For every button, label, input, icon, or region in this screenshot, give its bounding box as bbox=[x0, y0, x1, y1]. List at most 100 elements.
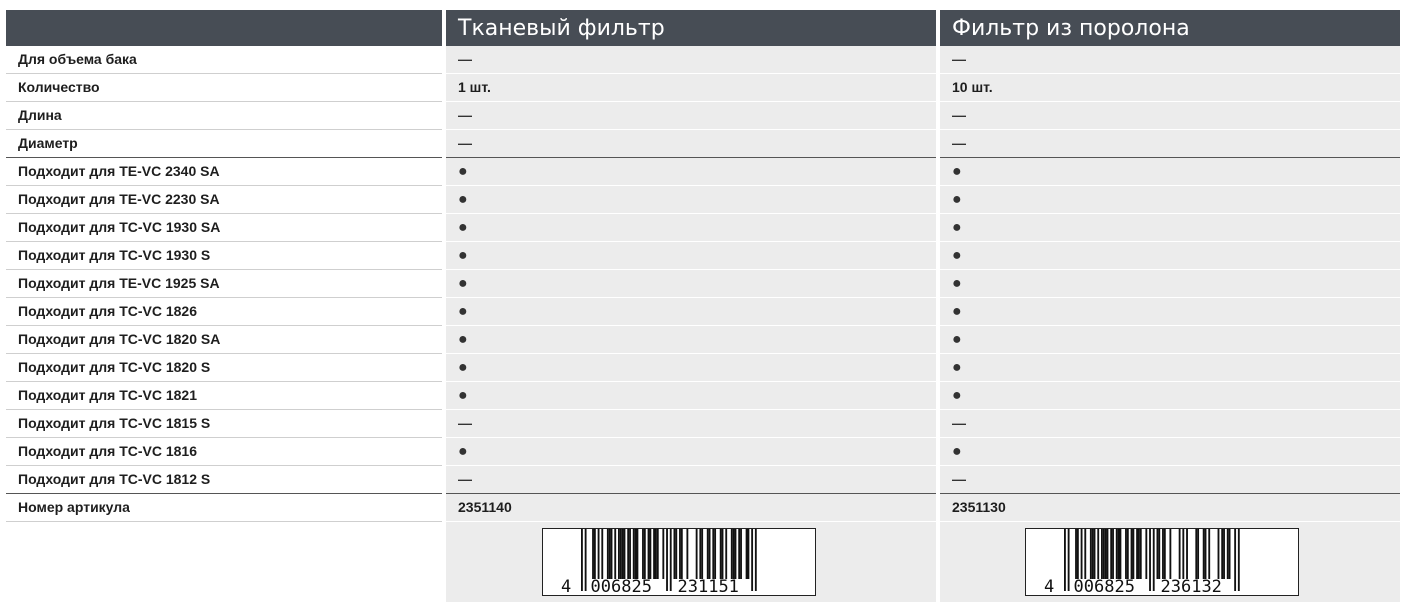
table-row: Подходит для TC-VC 1930 SA ● ● bbox=[0, 214, 1405, 242]
barcode-bar bbox=[721, 529, 724, 579]
barcode-bar bbox=[1139, 529, 1142, 579]
row-label: Подходит для TC-VC 1820 S bbox=[6, 354, 442, 382]
foam-filter-value: ● bbox=[940, 382, 1400, 410]
barcode-bar bbox=[714, 529, 717, 579]
barcode-bar bbox=[1158, 529, 1161, 579]
barcode-bar bbox=[1195, 529, 1198, 579]
table-row: Диаметр — — bbox=[0, 130, 1405, 158]
barcode-bar bbox=[614, 529, 617, 579]
table-row: Количество 1 шт. 10 шт. bbox=[0, 74, 1405, 102]
foam-filter-value: — bbox=[940, 102, 1400, 130]
barcode-bar bbox=[699, 529, 702, 579]
foam-filter-value: ● bbox=[940, 186, 1400, 214]
barcode-bar bbox=[1223, 529, 1225, 579]
table-body: Для объема бака — — Количество 1 шт. 10 шт. Дл… bbox=[0, 46, 1405, 522]
barcode-bar bbox=[629, 529, 631, 579]
barcode-left-digits: 006825 bbox=[591, 577, 652, 595]
foam-filter-value: ● bbox=[940, 326, 1400, 354]
foam-filter-value: — bbox=[940, 130, 1400, 158]
barcode-bar bbox=[680, 529, 683, 579]
barcode-bar bbox=[627, 529, 630, 579]
barcode-bar bbox=[1132, 529, 1135, 579]
barcode-bar bbox=[1119, 529, 1122, 579]
barcode-bar bbox=[618, 529, 620, 579]
barcode-bar bbox=[1136, 529, 1138, 579]
barcode-bar bbox=[1217, 529, 1220, 579]
barcode-bar bbox=[675, 529, 678, 579]
barcode-bar bbox=[706, 529, 709, 579]
foam-filter-value: ● bbox=[940, 158, 1400, 186]
barcode-bar bbox=[584, 529, 587, 591]
table-row: Подходит для TC-VC 1826 ● ● bbox=[0, 298, 1405, 326]
row-label: Подходит для TE-VC 2340 SA bbox=[6, 158, 442, 186]
barcode-bar bbox=[1221, 529, 1224, 579]
barcode-bar bbox=[719, 529, 722, 579]
barcode-bar bbox=[1076, 529, 1079, 579]
barcode-bar bbox=[623, 529, 626, 579]
barcode-bar bbox=[1178, 529, 1181, 579]
table-row: Подходит для TC-VC 1821 ● ● bbox=[0, 382, 1405, 410]
barcode-bar bbox=[1130, 529, 1133, 579]
fabric-filter-value: — bbox=[446, 466, 936, 494]
barcode-bar bbox=[1089, 529, 1092, 579]
barcode-bar bbox=[747, 529, 750, 579]
table-row: Подходит для TC-VC 1815 S — — bbox=[0, 410, 1405, 438]
barcode-bar bbox=[1186, 529, 1188, 579]
header-fabric-filter: Тканевый фильтр bbox=[446, 10, 936, 46]
barcode-bar bbox=[701, 529, 704, 579]
table-row: Для объема бака — — bbox=[0, 46, 1405, 74]
table-header: Тканевый фильтр Фильтр из поролона bbox=[0, 10, 1405, 46]
fabric-filter-value: 2351140 bbox=[446, 494, 936, 522]
barcode-bar bbox=[738, 529, 741, 579]
row-label: Номер артикула bbox=[6, 494, 442, 522]
foam-filter-value: ● bbox=[940, 438, 1400, 466]
barcode-bar bbox=[593, 529, 596, 579]
barcode-bar bbox=[1101, 529, 1103, 579]
row-label: Подходит для TC-VC 1815 S bbox=[6, 410, 442, 438]
barcode-bar bbox=[619, 529, 622, 579]
fabric-filter-value: ● bbox=[446, 382, 936, 410]
barcode-bar bbox=[1097, 529, 1100, 579]
row-label: Количество bbox=[6, 74, 442, 102]
barcode-bar bbox=[673, 529, 676, 579]
barcode-bar bbox=[1110, 529, 1113, 579]
barcode-bar bbox=[666, 529, 668, 591]
row-label: Длина bbox=[6, 102, 442, 130]
barcode-bar bbox=[1204, 529, 1207, 579]
fabric-filter-value: — bbox=[446, 102, 936, 130]
barcode-bar bbox=[686, 529, 689, 579]
barcode-bar bbox=[608, 529, 611, 579]
fabric-filter-value: ● bbox=[446, 158, 936, 186]
barcode-bar bbox=[740, 529, 742, 579]
header-label-column bbox=[6, 10, 442, 46]
comparison-table: Тканевый фильтр Фильтр из поролона Для о… bbox=[0, 10, 1405, 602]
barcode-lead-digit: 4 bbox=[561, 577, 571, 595]
barcode-bar bbox=[621, 529, 624, 579]
foam-filter-value: — bbox=[940, 410, 1400, 438]
barcode-bar bbox=[732, 529, 735, 579]
barcode-right-digits: 236132 bbox=[1161, 577, 1222, 595]
fabric-filter-value: — bbox=[446, 46, 936, 74]
barcode-bar bbox=[581, 529, 583, 591]
fabric-filter-value: 1 шт. bbox=[446, 74, 936, 102]
foam-filter-value: ● bbox=[940, 270, 1400, 298]
barcode-2: 4 006825 236132 bbox=[1025, 528, 1299, 596]
table-row: Подходит для TE-VC 2230 SA ● ● bbox=[0, 186, 1405, 214]
barcode-bar bbox=[1197, 529, 1200, 579]
foam-filter-value: ● bbox=[940, 214, 1400, 242]
barcode-bar bbox=[734, 529, 737, 579]
fabric-filter-value: — bbox=[446, 410, 936, 438]
foam-filter-value: ● bbox=[940, 242, 1400, 270]
barcode-bar bbox=[1091, 529, 1094, 579]
barcode-bar bbox=[1145, 529, 1148, 579]
barcode-bar bbox=[745, 529, 748, 579]
barcode-bar bbox=[1106, 529, 1109, 579]
barcode-bar bbox=[1156, 529, 1159, 579]
row-label: Подходит для TC-VC 1930 SA bbox=[6, 214, 442, 242]
row-label: Подходит для TC-VC 1812 S bbox=[6, 466, 442, 494]
row-label: Подходит для TC-VC 1816 bbox=[6, 438, 442, 466]
barcode-cell-2: 4 006825 236132 bbox=[940, 522, 1400, 602]
fabric-filter-value: ● bbox=[446, 326, 936, 354]
barcode-bar bbox=[679, 529, 681, 579]
barcode-lead-digit: 4 bbox=[1044, 577, 1054, 595]
